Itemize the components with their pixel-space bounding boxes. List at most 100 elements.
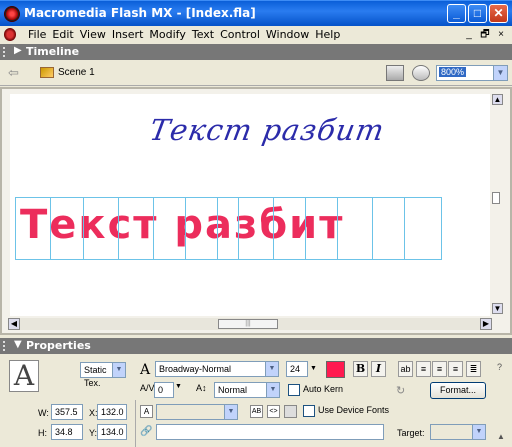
chevron-down-icon[interactable]: ▼ <box>112 363 125 377</box>
align-justify-icon[interactable]: ≣ <box>466 361 481 377</box>
close-button[interactable]: ✕ <box>489 4 508 23</box>
letter-box[interactable] <box>153 197 186 260</box>
grip-icon[interactable] <box>3 341 9 351</box>
doc-restore-button[interactable]: 🗗 <box>478 29 492 41</box>
target-select: ▼ <box>430 424 486 440</box>
edit-scene-icon[interactable] <box>386 65 404 81</box>
edit-symbols-icon[interactable] <box>412 65 430 81</box>
line-type-icon: A <box>140 405 153 418</box>
letter-box[interactable] <box>118 197 154 260</box>
auto-kern-checkbox[interactable] <box>288 384 300 396</box>
letter-box[interactable] <box>217 197 239 260</box>
zoom-select[interactable]: 800% ▼ <box>436 65 508 81</box>
baseline-select[interactable]: Normal ▼ <box>214 382 280 398</box>
align-center-icon[interactable]: ≡ <box>432 361 447 377</box>
menu-insert[interactable]: Insert <box>112 28 144 41</box>
menu-help[interactable]: Help <box>315 28 340 41</box>
menu-file[interactable]: File <box>28 28 46 41</box>
width-label: W: <box>38 408 49 418</box>
show-border-icon[interactable] <box>284 405 297 418</box>
font-name-select[interactable]: Broadway-Normal ▼ <box>155 361 279 377</box>
zoom-value: 800% <box>439 67 467 77</box>
font-size-dropdown-icon[interactable]: ▼ <box>309 362 318 376</box>
grip-icon[interactable] <box>3 47 9 57</box>
vertical-scroll-thumb[interactable] <box>492 192 500 204</box>
tracking-dropdown-icon[interactable]: ▼ <box>175 383 182 390</box>
letter-box[interactable] <box>404 197 442 260</box>
menu-modify[interactable]: Modify <box>149 28 185 41</box>
line-type-select: ▼ <box>156 404 238 420</box>
y-label: Y: <box>89 428 98 438</box>
menu-edit[interactable]: Edit <box>52 28 73 41</box>
align-left-icon[interactable]: ≡ <box>416 361 431 377</box>
doc-close-button[interactable]: × <box>494 29 508 41</box>
target-label: Target: <box>397 428 425 438</box>
tracking-input[interactable]: 0 <box>154 382 174 398</box>
script-text-object[interactable]: Текст разбит <box>147 113 387 147</box>
chevron-down-icon: ▼ <box>472 425 485 439</box>
align-right-icon[interactable]: ≡ <box>448 361 463 377</box>
properties-panel-header[interactable]: ▼ Properties <box>0 338 512 354</box>
timeline-label: Timeline <box>26 45 80 58</box>
text-color-swatch[interactable] <box>326 361 345 378</box>
collapse-arrow-icon[interactable]: ▼ <box>14 339 22 350</box>
letter-box[interactable] <box>83 197 119 260</box>
letter-selection-boxes[interactable] <box>15 197 477 260</box>
chevron-down-icon[interactable]: ▼ <box>493 66 507 80</box>
letter-box[interactable] <box>50 197 84 260</box>
text-type-select[interactable]: Static Tex. ▼ <box>80 362 126 388</box>
font-icon: A <box>140 362 151 378</box>
italic-button[interactable]: I <box>371 361 386 377</box>
width-input[interactable]: 357.5 <box>51 404 83 420</box>
scroll-down-button[interactable]: ▼ <box>492 303 503 314</box>
letter-box[interactable] <box>305 197 338 260</box>
flash-app-icon[interactable] <box>4 6 20 22</box>
selectable-icon[interactable]: AB <box>250 405 263 418</box>
horizontal-scroll-thumb[interactable]: ||| <box>218 319 278 329</box>
x-input[interactable]: 132.0 <box>97 404 127 420</box>
format-button[interactable]: Format... <box>430 382 486 399</box>
scroll-left-button[interactable]: ◀ <box>8 318 20 330</box>
scene-label[interactable]: Scene 1 <box>58 67 95 78</box>
menu-list: File Edit View Insert Modify Text Contro… <box>22 28 340 41</box>
maximize-button[interactable]: □ <box>468 4 487 23</box>
scene-clapper-icon <box>40 67 54 78</box>
device-fonts-checkbox[interactable] <box>303 405 315 417</box>
height-label: H: <box>38 428 47 438</box>
menu-window[interactable]: Window <box>266 28 309 41</box>
auto-kern-label: Auto Kern <box>303 384 344 394</box>
back-arrow-icon[interactable]: ⇦ <box>8 65 19 81</box>
scroll-right-button[interactable]: ▶ <box>480 318 492 330</box>
url-input[interactable] <box>156 424 384 440</box>
document-icon[interactable] <box>4 28 16 41</box>
letter-box[interactable] <box>15 197 51 260</box>
edit-bar: ⇦ Scene 1 800% ▼ <box>0 60 512 86</box>
doc-minimize-button[interactable]: _ <box>462 29 476 41</box>
height-input[interactable]: 34.8 <box>51 424 83 440</box>
scroll-up-button[interactable]: ▲ <box>492 94 503 105</box>
help-icon[interactable]: ? <box>497 362 502 372</box>
minimize-button[interactable]: _ <box>447 4 466 23</box>
font-size-input[interactable]: 24 <box>286 361 308 377</box>
rotate-text-icon[interactable]: ↻ <box>396 384 405 397</box>
letter-box[interactable] <box>337 197 373 260</box>
render-html-icon[interactable]: <> <box>267 405 280 418</box>
timeline-panel-header[interactable]: ▶ Timeline <box>0 44 512 60</box>
bold-button[interactable]: B <box>353 361 368 377</box>
chevron-down-icon[interactable]: ▼ <box>265 362 278 376</box>
letter-box[interactable] <box>238 197 274 260</box>
text-direction-icon[interactable]: ab <box>398 361 413 377</box>
menu-view[interactable]: View <box>80 28 106 41</box>
title-bar: Macromedia Flash MX - [Index.fla] _ □ ✕ <box>0 0 512 26</box>
letter-box[interactable] <box>185 197 218 260</box>
expand-arrow-icon[interactable]: ▶ <box>14 45 22 56</box>
y-input[interactable]: 134.0 <box>97 424 127 440</box>
letter-box[interactable] <box>273 197 306 260</box>
expand-panel-icon[interactable]: ▲ <box>497 432 505 441</box>
menu-control[interactable]: Control <box>220 28 260 41</box>
horizontal-scrollbar[interactable]: ◀ ||| ▶ <box>8 318 492 330</box>
letter-box[interactable] <box>372 197 405 260</box>
properties-label: Properties <box>26 339 91 352</box>
menu-text[interactable]: Text <box>192 28 214 41</box>
chevron-down-icon[interactable]: ▼ <box>266 383 279 397</box>
